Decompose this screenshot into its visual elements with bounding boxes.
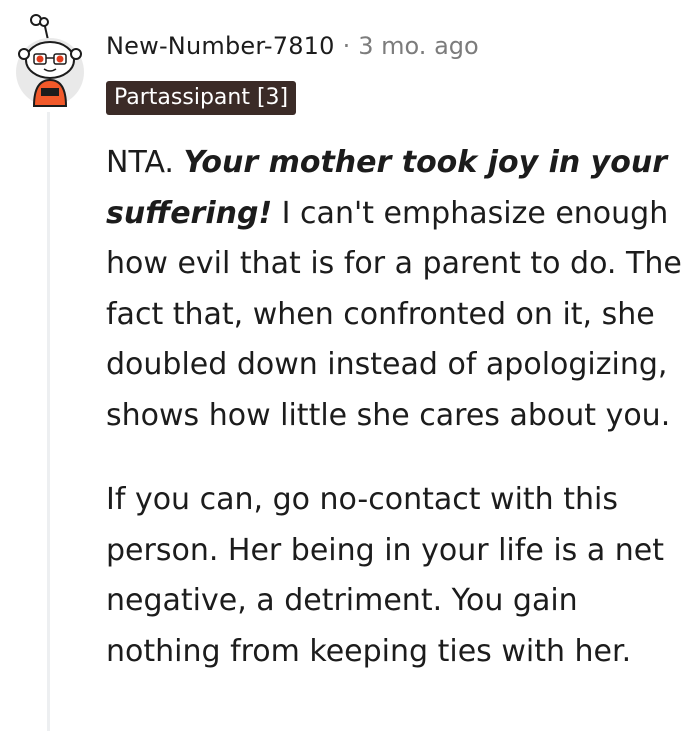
comment: New-Number-7810 · 3 mo. ago Partassipant…	[0, 0, 700, 731]
paragraph-rest: I can't emphasize enough how evil that i…	[106, 195, 682, 433]
comment-meta: New-Number-7810 · 3 mo. ago	[106, 32, 479, 60]
comment-body: NTA. Your mother took joy in your suffer…	[106, 138, 696, 677]
snoo-avatar-icon	[16, 14, 84, 107]
author-name[interactable]: New-Number-7810	[106, 32, 335, 60]
comment-paragraph: NTA. Your mother took joy in your suffer…	[106, 138, 696, 441]
comment-paragraph: If you can, go no-contact with this pers…	[106, 482, 664, 669]
meta-separator: ·	[342, 32, 351, 60]
thread-line[interactable]	[47, 112, 50, 731]
user-flair: Partassipant [3]	[106, 81, 297, 115]
timestamp[interactable]: 3 mo. ago	[358, 32, 478, 60]
paragraph-lead: NTA.	[106, 145, 184, 180]
avatar[interactable]	[14, 14, 86, 110]
